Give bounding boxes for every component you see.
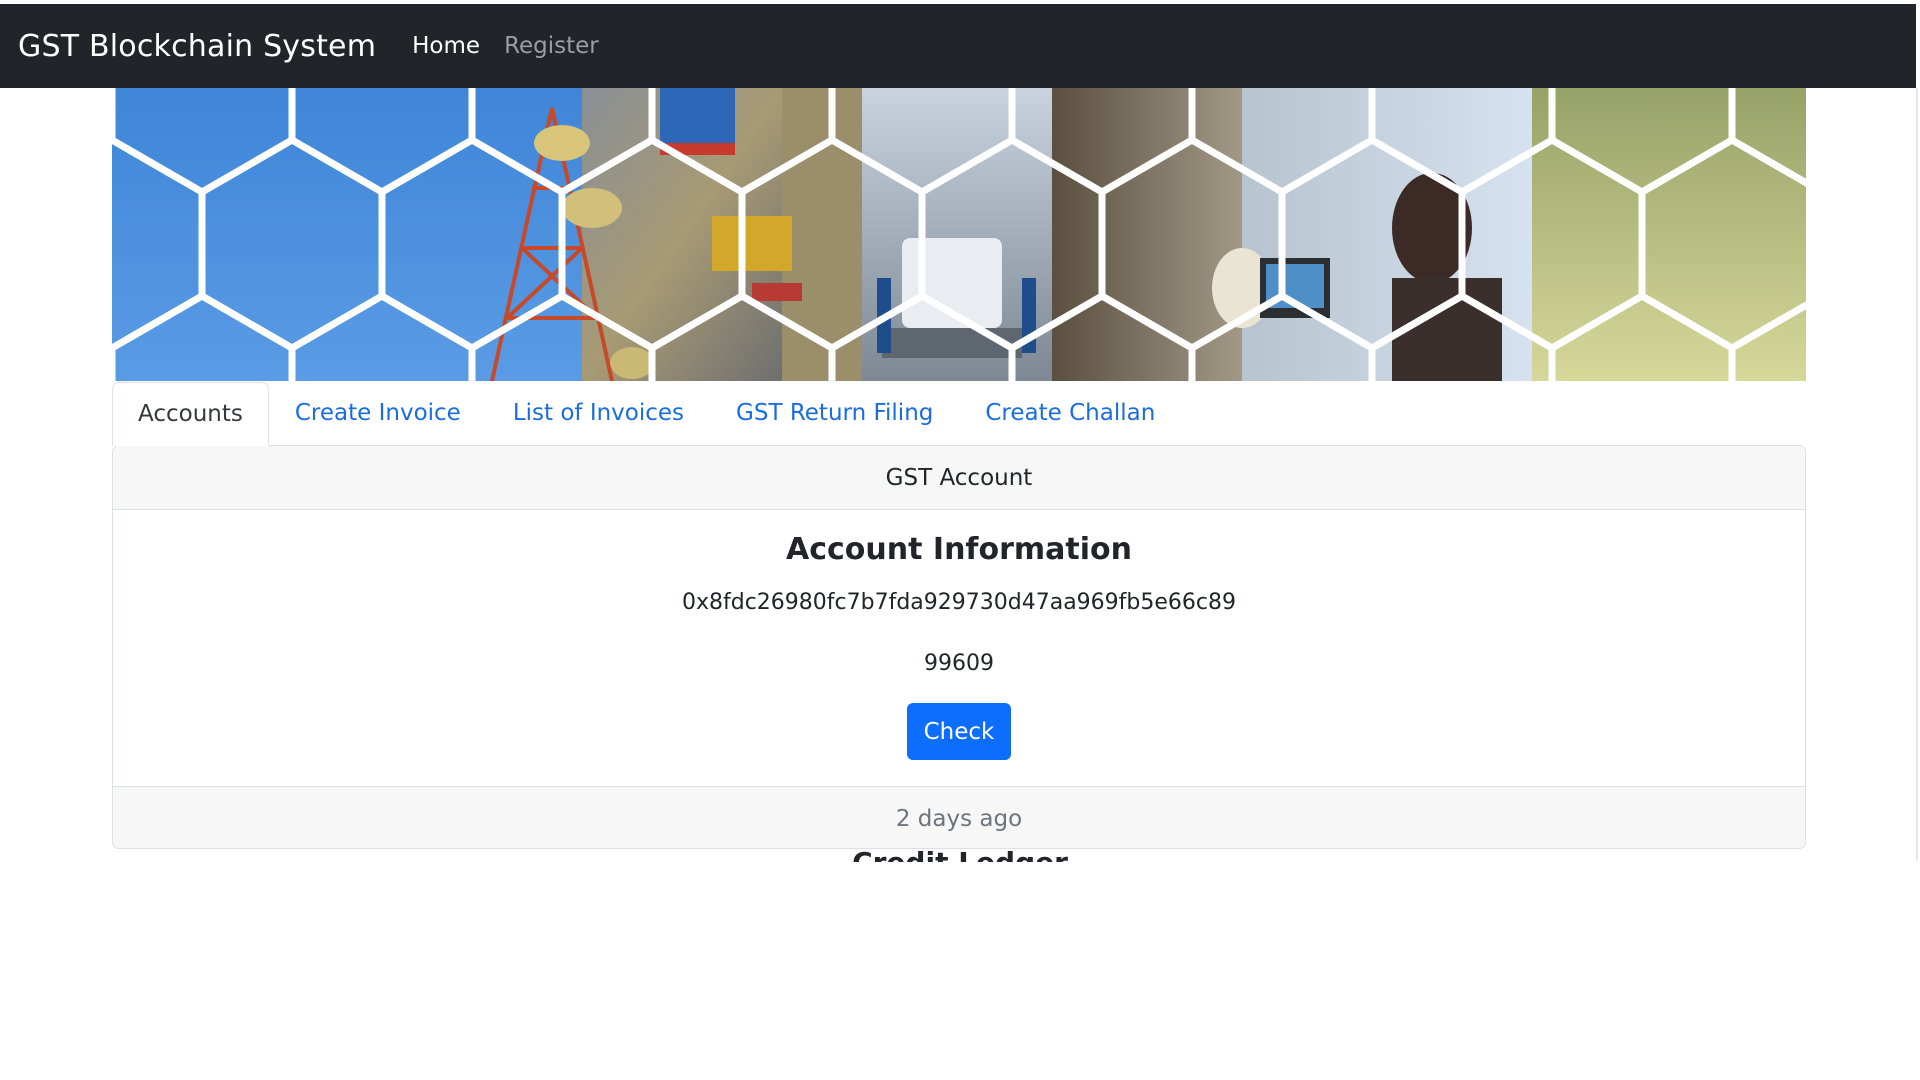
check-button[interactable]: Check bbox=[907, 703, 1011, 760]
account-balance: 99609 bbox=[924, 651, 994, 676]
banner-collage bbox=[112, 88, 1806, 381]
card-header: GST Account bbox=[113, 446, 1805, 510]
nav-link-register[interactable]: Register bbox=[504, 33, 599, 59]
tab-accounts[interactable]: Accounts bbox=[112, 382, 269, 446]
tab-list-of-invoices[interactable]: List of Invoices bbox=[487, 382, 710, 445]
tab-bar: Accounts Create Invoice List of Invoices… bbox=[112, 382, 1806, 446]
account-card: GST Account Account Information 0x8fdc26… bbox=[112, 445, 1806, 849]
tab-create-challan[interactable]: Create Challan bbox=[959, 382, 1181, 445]
card-body: Account Information 0x8fdc26980fc7b7fda9… bbox=[113, 510, 1805, 786]
nav-link-home[interactable]: Home bbox=[412, 33, 480, 59]
next-section-title: Credit Ledger bbox=[0, 849, 1920, 862]
header-banner-image bbox=[112, 88, 1806, 381]
account-info-title: Account Information bbox=[786, 532, 1132, 567]
account-address: 0x8fdc26980fc7b7fda929730d47aa969fb5e66c… bbox=[681, 590, 1237, 615]
scrollbar-edge bbox=[1916, 88, 1918, 860]
tab-create-invoice[interactable]: Create Invoice bbox=[269, 382, 487, 445]
next-section-clip: Credit Ledger bbox=[0, 849, 1920, 862]
navbar: GST Blockchain System Home Register bbox=[0, 4, 1916, 88]
tab-gst-return-filing[interactable]: GST Return Filing bbox=[710, 382, 959, 445]
card-footer-timestamp: 2 days ago bbox=[113, 786, 1805, 848]
brand-title[interactable]: GST Blockchain System bbox=[18, 29, 376, 64]
